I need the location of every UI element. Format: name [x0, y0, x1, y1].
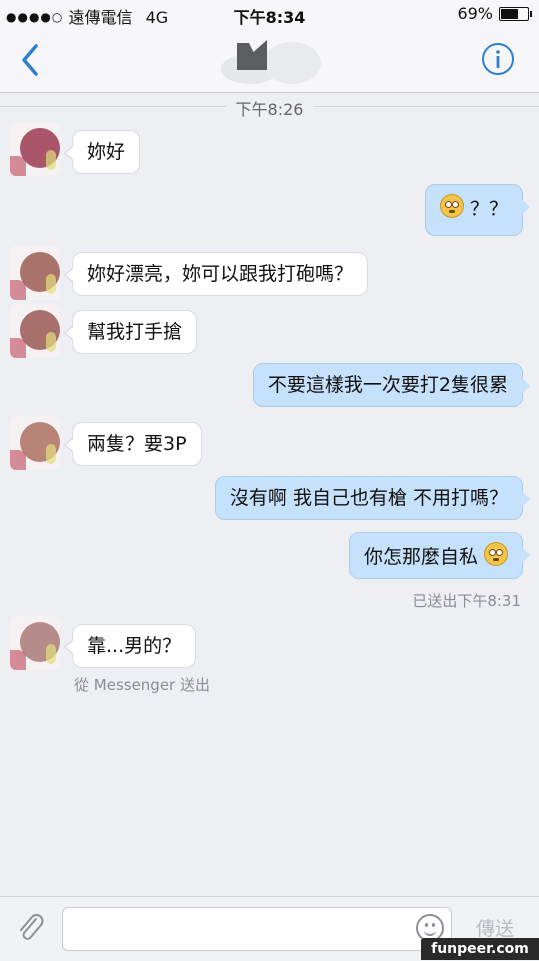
- unamused-face-emoji-icon: [484, 542, 508, 566]
- flushed-face-emoji-icon: [440, 194, 464, 218]
- message-bubble-incoming[interactable]: 靠...男的？: [63, 624, 197, 668]
- message-bubble-outgoing[interactable]: 沒有啊 我自己也有槍 不用打嗎？: [214, 476, 531, 520]
- message-bubble-outgoing[interactable]: ？？: [425, 184, 530, 236]
- conversation-header: [0, 28, 539, 93]
- message-text: ？？: [470, 198, 509, 220]
- message-bubble-incoming[interactable]: 兩隻？要3P: [64, 422, 202, 466]
- status-bar: ●●●●○ 遠傳電信 4G 下午8:34 69%: [0, 0, 539, 28]
- message-bubble-incoming[interactable]: 妳好漂亮，妳可以跟我打砲嗎？: [63, 252, 369, 296]
- message-bubble-incoming[interactable]: 妳好: [63, 130, 141, 174]
- message-bubble-outgoing[interactable]: 不要這樣我一次要打2隻很累: [252, 363, 531, 407]
- info-icon[interactable]: [481, 42, 515, 76]
- sender-avatar: [10, 304, 60, 358]
- battery-info: 69%: [457, 4, 532, 23]
- message-bubble-incoming[interactable]: 幫我打手搶: [63, 310, 198, 354]
- conversation-timestamp: 下午8:26: [0, 96, 539, 120]
- sent-status: 已送出下午8:31: [412, 592, 521, 610]
- sent-from-label: 從 Messenger 送出: [74, 676, 210, 694]
- message-text: 你怎那麼自私: [363, 546, 478, 568]
- sender-avatar: [10, 416, 60, 470]
- contact-avatar[interactable]: [221, 36, 321, 88]
- sender-avatar: [10, 122, 60, 176]
- sender-avatar: [10, 616, 60, 670]
- chevron-left-icon[interactable]: [16, 42, 46, 78]
- paperclip-icon[interactable]: [16, 913, 46, 945]
- message-input[interactable]: [62, 907, 452, 951]
- watermark: funpeer.com: [421, 938, 539, 960]
- battery-percent: 69%: [457, 4, 493, 23]
- message-bubble-outgoing[interactable]: 你怎那麼自私: [348, 532, 531, 579]
- sender-avatar: [10, 246, 60, 300]
- battery-icon: [499, 6, 532, 21]
